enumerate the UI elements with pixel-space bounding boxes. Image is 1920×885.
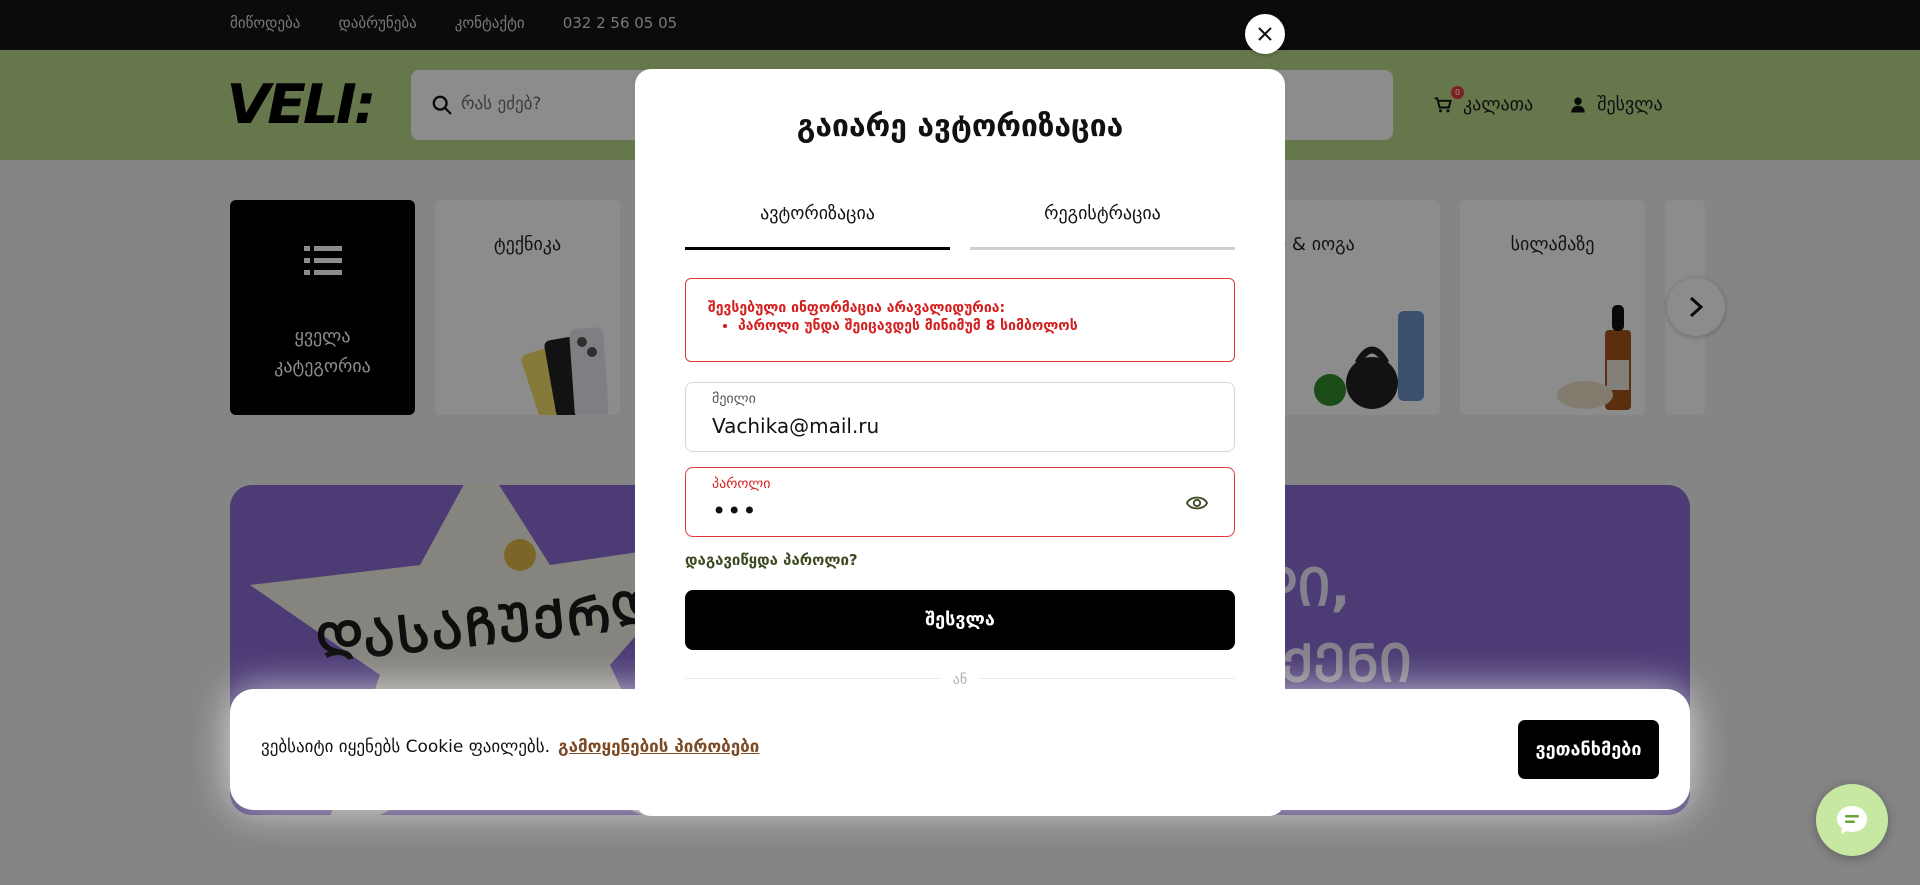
email-input[interactable]: Vachika@mail.ru (712, 414, 879, 438)
password-label: პაროლი (712, 476, 771, 492)
forgot-password-link[interactable]: დაგავიწყდა პაროლი? (685, 551, 858, 569)
email-label: მეილი (712, 391, 756, 407)
error-item: პაროლი უნდა შეიცავდეს მინიმუმ 8 სიმბოლოს (738, 318, 1234, 334)
cookie-agree-button[interactable]: ვეთანხმები (1518, 720, 1659, 779)
cookie-banner: ვებსაიტი იყენებს Cookie ფაილებს. გამოყენე… (230, 689, 1690, 810)
error-heading: შევსებული ინფორმაცია არავალიდურია: (708, 300, 1006, 316)
modal-title: გაიარე ავტორიზაცია (796, 109, 1124, 144)
cookie-text: ვებსაიტი იყენებს Cookie ფაილებს. (261, 737, 550, 757)
chat-icon (1837, 806, 1867, 834)
close-modal-button[interactable] (1245, 14, 1285, 54)
close-icon (1258, 27, 1272, 41)
email-field[interactable]: მეილი Vachika@mail.ru (685, 382, 1235, 452)
or-text: ან (940, 672, 980, 688)
password-field[interactable]: პაროლი ••• (685, 467, 1235, 537)
password-input[interactable]: ••• (712, 497, 757, 525)
cookie-message: ვებსაიტი იყენებს Cookie ფაილებს. გამოყენე… (261, 737, 759, 757)
error-message: შევსებული ინფორმაცია არავალიდურია: პაროლ… (685, 278, 1235, 362)
tab-register[interactable]: რეგისტრაცია (970, 203, 1235, 250)
cookie-terms-link[interactable]: გამოყენების პირობები (558, 737, 759, 757)
tab-login[interactable]: ავტორიზაცია (685, 203, 950, 250)
error-list: პაროლი უნდა შეიცავდეს მინიმუმ 8 სიმბოლოს (738, 318, 1234, 334)
show-password-icon[interactable] (1186, 494, 1208, 512)
login-submit-button[interactable]: შესვლა (685, 590, 1235, 650)
chat-button[interactable] (1816, 784, 1888, 856)
or-separator: ან (635, 669, 1285, 688)
